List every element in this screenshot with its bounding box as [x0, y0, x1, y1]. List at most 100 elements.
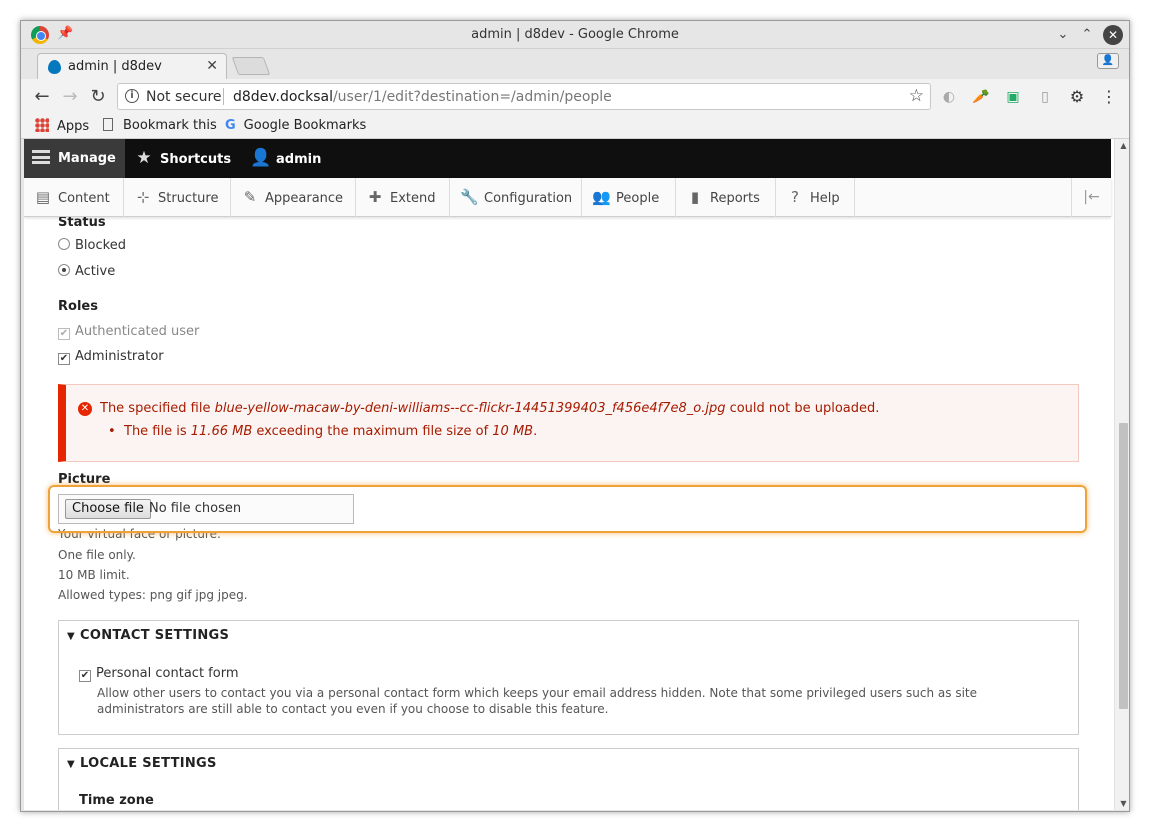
- bookmark-apps[interactable]: Apps: [35, 118, 89, 134]
- tray-item-help[interactable]: ? Help: [776, 178, 855, 217]
- fieldset-legend: LOCALE SETTINGS: [80, 756, 217, 771]
- tray-item-label: People: [616, 191, 660, 206]
- locale-settings-toggle[interactable]: ▼ LOCALE SETTINGS: [67, 756, 217, 771]
- tab-strip: admin | d8dev ✕ 👤: [21, 49, 1129, 79]
- scrollbar-thumb[interactable]: [1119, 423, 1128, 709]
- error-icon: ✕: [78, 402, 92, 416]
- forward-icon[interactable]: →: [59, 86, 81, 108]
- extension-icon[interactable]: ◐: [939, 87, 959, 107]
- tray-item-configuration[interactable]: 🔧 Configuration: [450, 178, 582, 217]
- personal-contact-form-option[interactable]: ✔ Personal contact form: [79, 666, 239, 682]
- error-detail-prefix: The file is: [124, 424, 191, 439]
- contact-description: Allow other users to contact you via a p…: [97, 686, 977, 716]
- image-extension-icon[interactable]: ▣: [1003, 87, 1023, 107]
- tray-orientation-toggle[interactable]: |←: [1071, 178, 1111, 217]
- status-option-active[interactable]: Active: [58, 264, 115, 279]
- status-option-blocked[interactable]: Blocked: [58, 238, 126, 253]
- picture-file-input[interactable]: Choose file No file chosen: [58, 494, 354, 524]
- drupal-favicon-icon: [48, 60, 61, 74]
- tray-item-label: Appearance: [265, 191, 344, 206]
- bar-chart-icon: ▮: [690, 188, 700, 206]
- security-label: Not secure: [146, 89, 222, 105]
- minimize-icon[interactable]: ⌄: [1053, 25, 1073, 45]
- page-extension-icon[interactable]: ▯: [1035, 87, 1055, 107]
- triangle-down-icon: ▼: [67, 631, 75, 642]
- bookmarks-bar: Apps Bookmark this G Google Bookmarks: [21, 115, 1129, 139]
- toolbar-user[interactable]: 👤 admin: [250, 139, 321, 178]
- contact-settings-toggle[interactable]: ▼ CONTACT SETTINGS: [67, 628, 229, 643]
- window-title: admin | d8dev - Google Chrome: [471, 27, 679, 42]
- scroll-down-icon[interactable]: ▼: [1115, 799, 1129, 808]
- user-icon: 👤: [250, 148, 272, 168]
- choose-file-button[interactable]: Choose file: [65, 499, 151, 519]
- tab-close-icon[interactable]: ✕: [206, 58, 218, 74]
- tray-item-people[interactable]: 👥 People: [582, 178, 676, 217]
- role-label: Administrator: [75, 349, 164, 364]
- status-label: Status: [58, 217, 106, 230]
- error-suffix: could not be uploaded.: [725, 401, 880, 416]
- contact-settings-fieldset: ▼ CONTACT SETTINGS ✔ Personal contact form…: [58, 620, 1079, 735]
- bookmark-this-label: Bookmark this: [123, 118, 217, 133]
- toolbar-shortcuts-label: Shortcuts: [160, 152, 232, 167]
- browser-toolbar: ← → ↻ i Not secure d8dev.docksal/user/1/…: [21, 79, 1129, 115]
- bookmark-star-icon[interactable]: ☆: [909, 86, 924, 106]
- tray-item-label: Help: [810, 191, 840, 206]
- checkbox-personal-contact[interactable]: ✔: [79, 670, 91, 682]
- scroll-up-icon[interactable]: ▲: [1115, 141, 1129, 150]
- tray-item-label: Extend: [390, 191, 436, 206]
- content-icon: ▤: [35, 188, 51, 206]
- carrot-extension-icon[interactable]: 🥕: [971, 87, 991, 107]
- close-icon[interactable]: ✕: [1103, 25, 1123, 45]
- puzzle-icon: ✚: [368, 188, 382, 206]
- browser-window: 📌 admin | d8dev - Google Chrome ⌄ ⌃ ✕ ad…: [20, 20, 1130, 812]
- radio-blocked[interactable]: [58, 238, 70, 250]
- tray-item-reports[interactable]: ▮ Reports: [676, 178, 776, 217]
- tab-title: admin | d8dev: [68, 59, 162, 74]
- roles-label: Roles: [58, 299, 98, 314]
- toolbar-manage[interactable]: Manage: [24, 139, 125, 178]
- toolbar-shortcuts[interactable]: ★ Shortcuts: [134, 139, 231, 178]
- tray-item-structure[interactable]: ⊹ Structure: [124, 178, 231, 217]
- tray-item-label: Content: [58, 191, 110, 206]
- tray-item-appearance[interactable]: ✎ Appearance: [231, 178, 356, 217]
- help-icon: ?: [791, 188, 799, 206]
- bookmark-google[interactable]: G Google Bookmarks: [225, 118, 366, 133]
- address-bar[interactable]: i Not secure d8dev.docksal/user/1/edit?d…: [117, 83, 931, 110]
- radio-active[interactable]: [58, 264, 70, 276]
- tray-item-content[interactable]: ▤ Content: [24, 178, 124, 217]
- toolbar-user-label: admin: [276, 152, 322, 167]
- omnibox-divider: [223, 88, 224, 105]
- picture-help: Allowed types: png gif jpg jpeg.: [58, 588, 248, 602]
- bookmark-apps-label: Apps: [57, 119, 90, 134]
- error-size-limit: 10 MB: [492, 424, 534, 439]
- error-filename: blue-yellow-macaw-by-deni-williams--cc-f…: [214, 401, 726, 416]
- locale-settings-fieldset: ▼ LOCALE SETTINGS Time zone: [58, 748, 1079, 810]
- back-icon[interactable]: ←: [31, 86, 53, 108]
- google-icon: G: [225, 118, 236, 133]
- apps-grid-icon: [35, 118, 49, 132]
- url-path: /user/1/edit?destination=/admin/people: [332, 89, 612, 105]
- tray-item-extend[interactable]: ✚ Extend: [356, 178, 450, 217]
- page-icon: [103, 118, 113, 131]
- profile-icon[interactable]: 👤: [1097, 53, 1119, 69]
- reload-icon[interactable]: ↻: [87, 86, 109, 108]
- menu-kebab-icon[interactable]: ⋮: [1099, 87, 1119, 107]
- picture-help: 10 MB limit.: [58, 568, 130, 582]
- settings-gear-icon[interactable]: ⚙: [1067, 87, 1087, 107]
- hamburger-icon: [32, 150, 50, 164]
- tray-item-label: Structure: [158, 191, 219, 206]
- info-icon[interactable]: i: [125, 89, 139, 103]
- browser-tab[interactable]: admin | d8dev ✕: [37, 53, 227, 79]
- star-icon: ★: [136, 148, 152, 168]
- new-tab-button[interactable]: [231, 57, 271, 75]
- checkbox-administrator[interactable]: ✔: [58, 353, 70, 365]
- url-text[interactable]: d8dev.docksal/user/1/edit?destination=/a…: [233, 89, 612, 105]
- picture-upload-focus: Choose file No file chosen: [48, 485, 1087, 533]
- tray-item-label: Reports: [710, 191, 760, 206]
- maximize-icon[interactable]: ⌃: [1077, 25, 1097, 45]
- bookmark-this[interactable]: Bookmark this: [103, 118, 217, 133]
- role-administrator[interactable]: ✔ Administrator: [58, 349, 164, 365]
- timezone-label: Time zone: [79, 793, 154, 808]
- page-scrollbar[interactable]: ▲ ▼: [1114, 139, 1129, 810]
- collapse-icon: |←: [1083, 189, 1100, 205]
